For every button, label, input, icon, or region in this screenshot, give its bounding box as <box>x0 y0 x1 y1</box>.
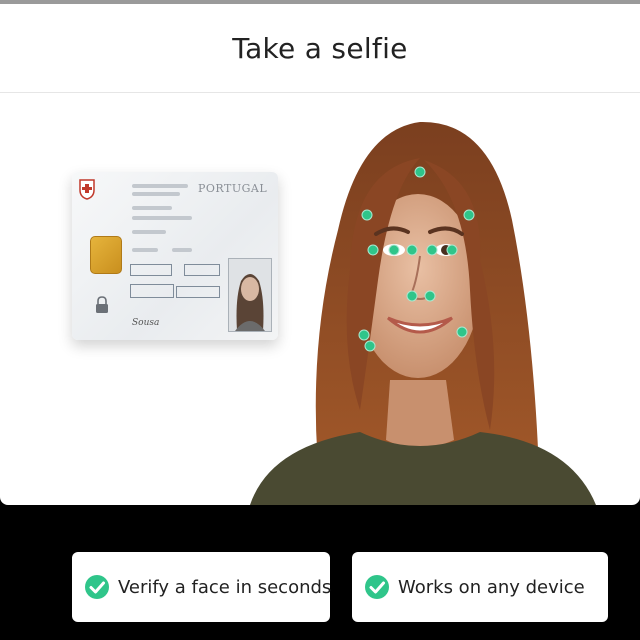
card-line <box>132 248 158 252</box>
card-line <box>132 216 192 220</box>
feature-label: Verify a face in seconds <box>118 576 332 598</box>
face-landmark-point <box>406 244 418 256</box>
card-field-box <box>176 286 220 298</box>
face-landmark-point <box>367 244 379 256</box>
face-landmark-point <box>426 244 438 256</box>
feature-badge-device: Works on any device <box>352 552 608 622</box>
card-chip <box>90 236 122 274</box>
face-landmark-point <box>388 244 400 256</box>
card-line <box>132 192 180 196</box>
card-line <box>132 184 188 188</box>
lock-icon <box>96 296 108 313</box>
face-landmark-point <box>414 166 426 178</box>
feature-label: Works on any device <box>398 576 585 598</box>
person-illustration <box>250 121 596 505</box>
check-circle-icon <box>85 575 109 599</box>
card-field-box <box>130 264 172 276</box>
face-landmark-point <box>456 326 468 338</box>
card-line <box>132 230 166 234</box>
face-landmark-point <box>361 209 373 221</box>
card-line <box>132 206 172 210</box>
card-field-box <box>184 264 220 276</box>
card-signature: Sousa <box>132 318 160 328</box>
face-landmark-point <box>406 290 418 302</box>
face-landmark-point <box>446 244 458 256</box>
person-photo <box>240 110 620 505</box>
check-circle-icon <box>365 575 389 599</box>
card-line <box>172 248 192 252</box>
coat-of-arms-icon <box>79 179 95 200</box>
face-landmark-point <box>364 340 376 352</box>
card-field-box <box>130 284 174 298</box>
selfie-screen: Take a selfie PORTUGAL Sousa <box>0 0 640 505</box>
feature-badge-verify: Verify a face in seconds <box>72 552 332 622</box>
header: Take a selfie <box>0 4 640 93</box>
face-landmark-point <box>424 290 436 302</box>
page-title: Take a selfie <box>232 31 408 65</box>
face-landmark-point <box>358 329 370 341</box>
face-landmark-point <box>463 209 475 221</box>
